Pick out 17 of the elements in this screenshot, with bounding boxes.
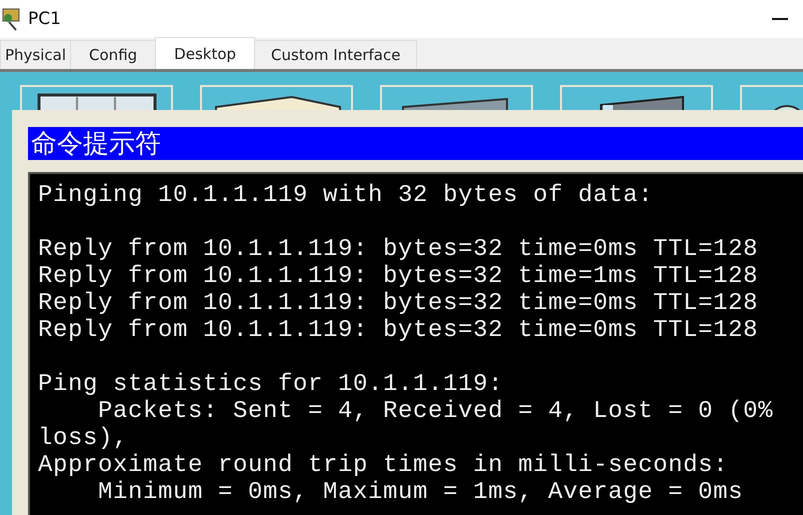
terminal-line: Minimum = 0ms, Maximum = 1ms, Average = 0ms [97,479,744,506]
command-prompt-title: 命令提示符 [28,127,803,160]
terminal-line: Packets: Sent = 4, Received = 4, Lost = 0 (0% [97,398,774,425]
terminal-line: Approximate round trip times in milli-seconds: [38,452,730,479]
terminal-line: loss), [38,425,130,452]
terminal-line: Reply from 10.1.1.119: bytes=32 time=0ms TTL=128 [38,236,760,263]
terminal-line: Pinging 10.1.1.119 with 32 bytes of data: [38,182,654,209]
minimize-icon [772,18,788,20]
terminal-line: Reply from 10.1.1.119: bytes=32 time=1ms TTL=128 [38,263,760,290]
tab[interactable]: Custom Interface [254,40,418,69]
tab[interactable]: Desktop [155,37,256,69]
tab[interactable]: Physical [0,40,72,69]
window-title: PC1 [28,9,62,29]
terminal-line: Ping statistics for 10.1.1.119: [38,371,504,398]
terminal-line: Reply from 10.1.1.119: bytes=32 time=0ms TTL=128 [38,317,760,344]
terminal-line: Reply from 10.1.1.119: bytes=32 time=0ms TTL=128 [38,290,760,317]
app-icon [0,6,22,32]
